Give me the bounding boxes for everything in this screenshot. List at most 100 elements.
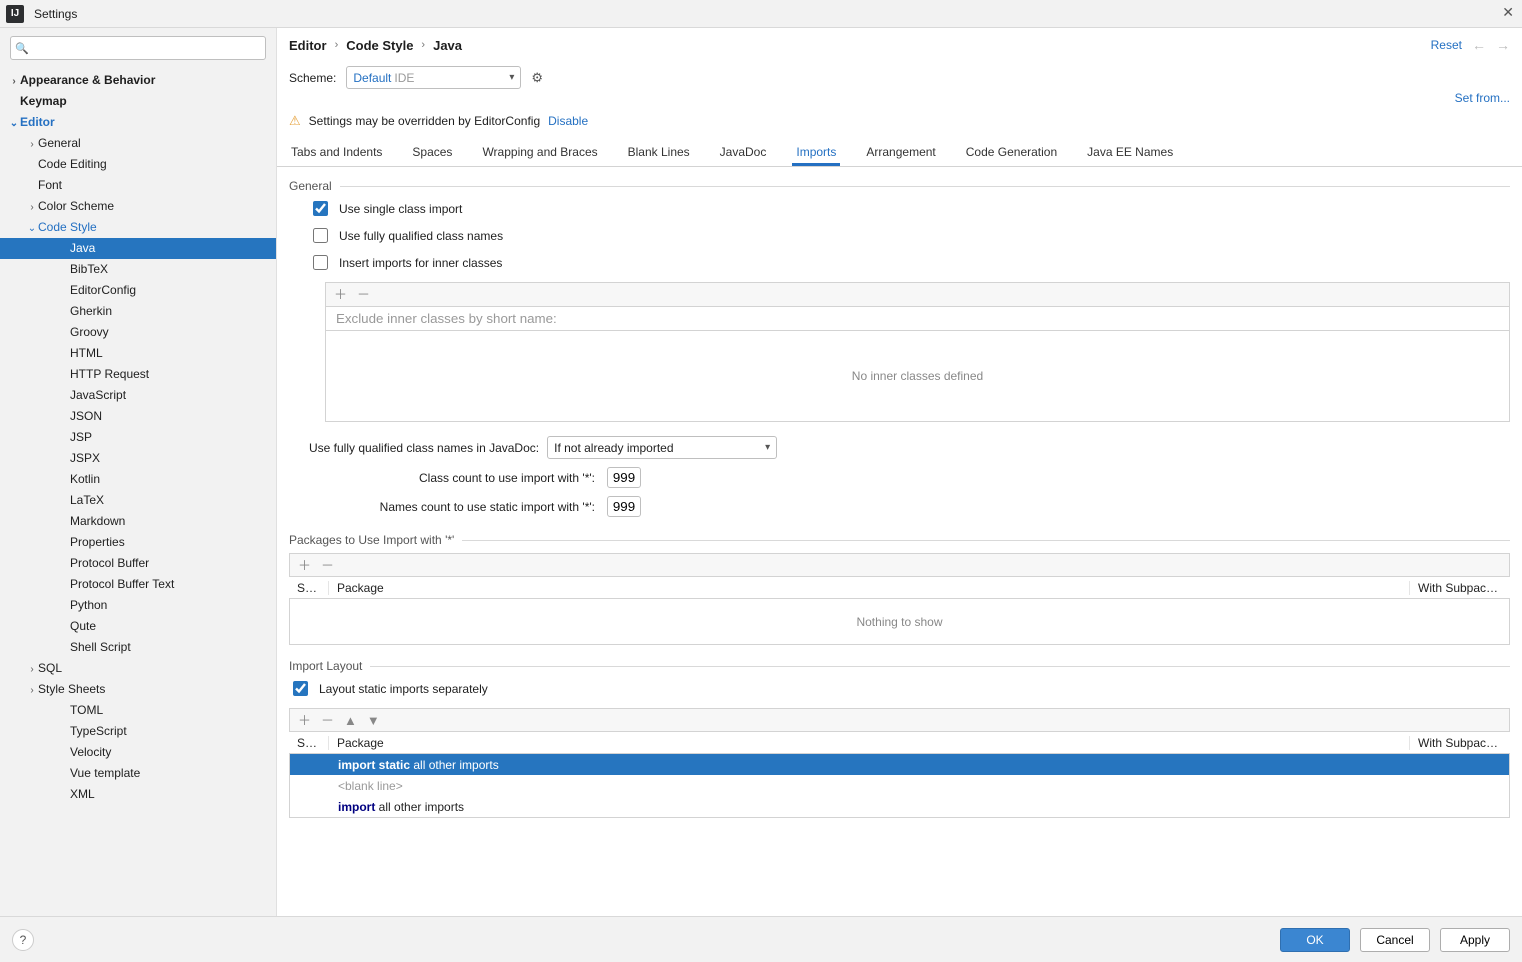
sidebar-item-protocol-buffer-text[interactable]: Protocol Buffer Text bbox=[0, 574, 276, 595]
tab-arrangement[interactable]: Arrangement bbox=[862, 139, 939, 166]
sidebar-item-python[interactable]: Python bbox=[0, 595, 276, 616]
sidebar-item-http-request[interactable]: HTTP Request bbox=[0, 364, 276, 385]
sidebar: 🔍 ›Appearance & BehaviorKeymap⌄Editor›Ge… bbox=[0, 28, 277, 916]
sidebar-item-sql[interactable]: ›SQL bbox=[0, 658, 276, 679]
disable-link[interactable]: Disable bbox=[548, 114, 588, 128]
sidebar-item-javascript[interactable]: JavaScript bbox=[0, 385, 276, 406]
ok-button[interactable]: OK bbox=[1280, 928, 1350, 952]
window-title: Settings bbox=[34, 7, 77, 21]
add-icon[interactable]: ＋ bbox=[298, 559, 311, 572]
layout-table: import static all other imports<blank li… bbox=[289, 754, 1510, 818]
sidebar-item-label: Protocol Buffer Text bbox=[70, 577, 174, 591]
packages-empty: Nothing to show bbox=[290, 599, 1509, 644]
layout-row[interactable]: <blank line> bbox=[290, 775, 1509, 796]
sidebar-item-kotlin[interactable]: Kotlin bbox=[0, 469, 276, 490]
sidebar-item-jsp[interactable]: JSP bbox=[0, 427, 276, 448]
sidebar-item-json[interactable]: JSON bbox=[0, 406, 276, 427]
add-icon[interactable]: ＋ bbox=[298, 714, 311, 727]
sidebar-item-gherkin[interactable]: Gherkin bbox=[0, 301, 276, 322]
add-icon[interactable]: ＋ bbox=[334, 288, 347, 301]
tab-imports[interactable]: Imports bbox=[792, 139, 840, 166]
sidebar-item-toml[interactable]: TOML bbox=[0, 700, 276, 721]
scheme-select[interactable]: Default IDE ▾ bbox=[346, 66, 521, 89]
sidebar-item-code-editing[interactable]: Code Editing bbox=[0, 154, 276, 175]
sidebar-item-java[interactable]: Java bbox=[0, 238, 276, 259]
tab-wrapping-and-braces[interactable]: Wrapping and Braces bbox=[478, 139, 601, 166]
forward-arrow-icon[interactable]: → bbox=[1496, 37, 1510, 53]
sidebar-item-protocol-buffer[interactable]: Protocol Buffer bbox=[0, 553, 276, 574]
move-down-icon[interactable]: ▼ bbox=[367, 714, 380, 727]
tab-code-generation[interactable]: Code Generation bbox=[962, 139, 1061, 166]
layout-row[interactable]: import static all other imports bbox=[290, 754, 1509, 775]
sidebar-item-velocity[interactable]: Velocity bbox=[0, 742, 276, 763]
use-fqn-checkbox[interactable] bbox=[313, 228, 328, 243]
sidebar-item-jspx[interactable]: JSPX bbox=[0, 448, 276, 469]
sidebar-item-label: Qute bbox=[70, 619, 96, 633]
sidebar-item-label: Code Editing bbox=[38, 157, 107, 171]
packages-toolbar: ＋ － bbox=[289, 553, 1510, 577]
breadcrumb: Editor› Code Style› Java bbox=[289, 38, 462, 53]
gear-icon[interactable]: ⚙ bbox=[531, 70, 543, 86]
use-single-class-import-checkbox[interactable] bbox=[313, 201, 328, 216]
sidebar-item-label: Velocity bbox=[70, 745, 111, 759]
move-up-icon[interactable]: ▲ bbox=[344, 714, 357, 727]
sidebar-item-typescript[interactable]: TypeScript bbox=[0, 721, 276, 742]
remove-icon[interactable]: － bbox=[357, 288, 370, 301]
class-count-input[interactable] bbox=[607, 467, 641, 488]
set-from-link[interactable]: Set from... bbox=[1455, 91, 1510, 105]
cancel-button[interactable]: Cancel bbox=[1360, 928, 1430, 952]
sidebar-item-xml[interactable]: XML bbox=[0, 784, 276, 805]
sidebar-item-style-sheets[interactable]: ›Style Sheets bbox=[0, 679, 276, 700]
exclude-inner-field[interactable] bbox=[334, 310, 1501, 327]
tab-blank-lines[interactable]: Blank Lines bbox=[624, 139, 694, 166]
sidebar-item-vue-template[interactable]: Vue template bbox=[0, 763, 276, 784]
search-input[interactable]: 🔍 bbox=[10, 36, 266, 60]
tab-javadoc[interactable]: JavaDoc bbox=[716, 139, 771, 166]
chevron-down-icon: ⌄ bbox=[8, 113, 20, 134]
help-button[interactable]: ? bbox=[12, 929, 34, 951]
insert-inner-checkbox[interactable] bbox=[313, 255, 328, 270]
sidebar-item-html[interactable]: HTML bbox=[0, 343, 276, 364]
tab-spaces[interactable]: Spaces bbox=[408, 139, 456, 166]
tab-tabs-and-indents[interactable]: Tabs and Indents bbox=[287, 139, 386, 166]
sidebar-item-label: BibTeX bbox=[70, 262, 108, 276]
sidebar-item-label: Properties bbox=[70, 535, 125, 549]
sidebar-item-groovy[interactable]: Groovy bbox=[0, 322, 276, 343]
sidebar-item-bibtex[interactable]: BibTeX bbox=[0, 259, 276, 280]
sidebar-item-label: JSPX bbox=[70, 451, 100, 465]
apply-button[interactable]: Apply bbox=[1440, 928, 1510, 952]
close-icon[interactable]: ✕ bbox=[1502, 4, 1514, 21]
reset-link[interactable]: Reset bbox=[1431, 38, 1462, 52]
sidebar-item-code-style[interactable]: ⌄Code Style bbox=[0, 217, 276, 238]
names-count-input[interactable] bbox=[607, 496, 641, 517]
remove-icon[interactable]: － bbox=[321, 714, 334, 727]
sidebar-item-editor[interactable]: ⌄Editor bbox=[0, 112, 276, 133]
sidebar-item-color-scheme[interactable]: ›Color Scheme bbox=[0, 196, 276, 217]
sidebar-item-label: Java bbox=[70, 241, 95, 255]
chevron-right-icon: › bbox=[26, 197, 38, 218]
sidebar-item-latex[interactable]: LaTeX bbox=[0, 490, 276, 511]
sidebar-item-appearance-behavior[interactable]: ›Appearance & Behavior bbox=[0, 70, 276, 91]
back-arrow-icon[interactable]: ← bbox=[1472, 37, 1486, 53]
sidebar-item-label: Python bbox=[70, 598, 107, 612]
layout-static-separately-checkbox[interactable] bbox=[293, 681, 308, 696]
sidebar-item-shell-script[interactable]: Shell Script bbox=[0, 637, 276, 658]
sidebar-item-qute[interactable]: Qute bbox=[0, 616, 276, 637]
sidebar-item-label: JavaScript bbox=[70, 388, 126, 402]
tab-java-ee-names[interactable]: Java EE Names bbox=[1083, 139, 1177, 166]
sidebar-item-general[interactable]: ›General bbox=[0, 133, 276, 154]
sidebar-item-keymap[interactable]: Keymap bbox=[0, 91, 276, 112]
sidebar-item-label: Keymap bbox=[20, 94, 67, 108]
sidebar-item-editorconfig[interactable]: EditorConfig bbox=[0, 280, 276, 301]
sidebar-item-font[interactable]: Font bbox=[0, 175, 276, 196]
sidebar-item-label: TOML bbox=[70, 703, 103, 717]
sidebar-item-label: Editor bbox=[20, 115, 55, 129]
sidebar-item-label: Font bbox=[38, 178, 62, 192]
layout-row[interactable]: import all other imports bbox=[290, 796, 1509, 817]
fqn-javadoc-select[interactable]: If not already imported▾ bbox=[547, 436, 777, 459]
sidebar-item-properties[interactable]: Properties bbox=[0, 532, 276, 553]
sidebar-item-label: JSON bbox=[70, 409, 102, 423]
sidebar-item-markdown[interactable]: Markdown bbox=[0, 511, 276, 532]
remove-icon[interactable]: － bbox=[321, 559, 334, 572]
sidebar-item-label: HTTP Request bbox=[70, 367, 149, 381]
